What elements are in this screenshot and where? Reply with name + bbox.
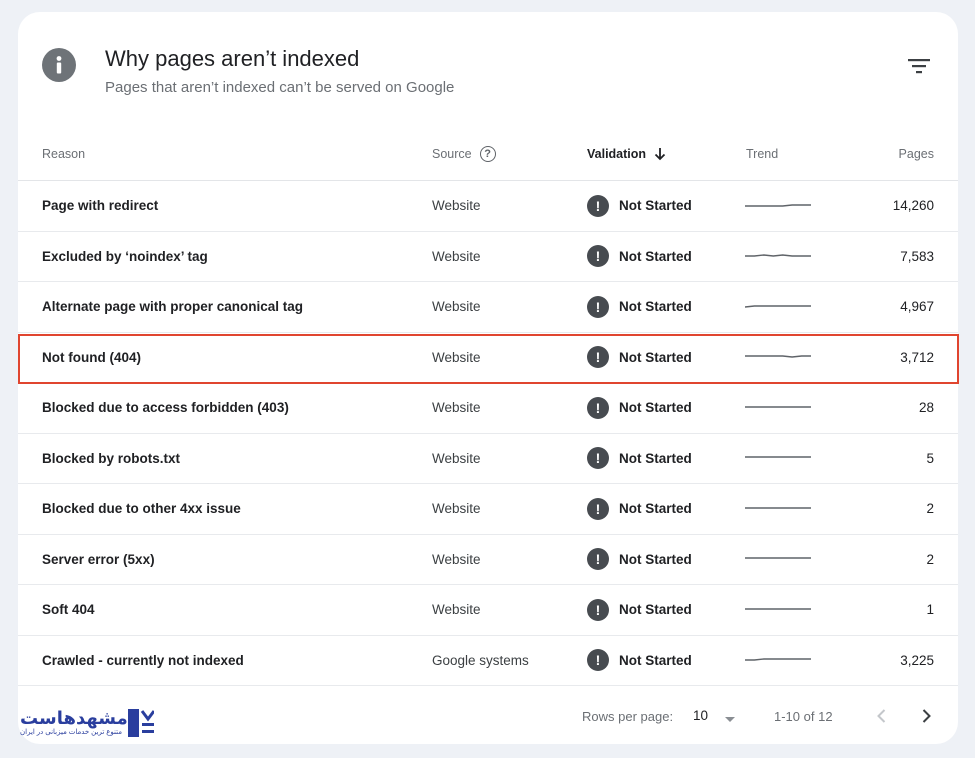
reason-cell: Excluded by ‘noindex’ tag (42, 248, 208, 264)
pages-cell: 28 (918, 400, 934, 416)
card-header: Why pages aren’t indexed Pages that aren… (18, 12, 958, 132)
validation-cell: ! Not Started (587, 333, 692, 383)
table-row[interactable]: Soft 404 Website ! Not Started 1 (18, 585, 958, 636)
page-subtitle: Pages that aren’t indexed can’t be serve… (105, 79, 455, 96)
pages-cell: 3,225 (900, 652, 934, 668)
warning-icon: ! (587, 497, 609, 520)
brand-logo: مشهدهاست متنوع ترین خدمات میزبانی در ایر… (20, 708, 156, 742)
source-cell: Website (432, 450, 481, 466)
validation-cell: ! Not Started (587, 181, 692, 231)
table-row[interactable]: Excluded by ‘noindex’ tag Website ! Not S… (18, 232, 958, 282)
validation-cell: ! Not Started (587, 585, 692, 635)
column-header-validation[interactable]: Validation (587, 145, 666, 163)
source-cell: Website (432, 299, 481, 315)
table-row[interactable]: Page with redirect Website ! Not Started … (18, 181, 958, 232)
warning-icon: ! (587, 598, 609, 621)
chevron-right-icon[interactable] (914, 704, 938, 728)
pages-cell: 3,712 (900, 349, 934, 365)
pages-cell: 2 (926, 501, 934, 517)
trend-sparkline (745, 585, 815, 635)
source-cell: Website (432, 501, 481, 517)
warning-icon: ! (587, 548, 609, 571)
column-header-source[interactable]: Source ? (432, 145, 496, 163)
reason-cell: Soft 404 (42, 602, 95, 618)
source-cell: Website (432, 400, 481, 416)
validation-cell: ! Not Started (587, 232, 692, 282)
column-header-reason[interactable]: Reason (42, 145, 85, 163)
arrow-down-icon[interactable] (654, 147, 666, 161)
pagination-bar: Rows per page: 10 1-10 of 12 (18, 692, 958, 744)
warning-icon: ! (587, 245, 609, 268)
source-cell: Website (432, 602, 481, 618)
validation-cell: ! Not Started (587, 282, 692, 332)
table-row[interactable]: Blocked due to other 4xx issue Website !… (18, 484, 958, 535)
validation-cell: ! Not Started (587, 484, 692, 534)
source-cell: Website (432, 551, 481, 567)
reason-cell: Page with redirect (42, 198, 159, 214)
validation-cell: ! Not Started (587, 636, 692, 686)
validation-cell: ! Not Started (587, 535, 692, 585)
validation-cell: ! Not Started (587, 434, 692, 484)
warning-icon: ! (587, 194, 609, 217)
pages-cell: 4,967 (900, 299, 934, 315)
index-report-card: Why pages aren’t indexed Pages that aren… (18, 12, 958, 744)
rows-per-page-label: Rows per page: (582, 709, 674, 724)
help-icon[interactable]: ? (479, 146, 496, 162)
table-row[interactable]: Blocked due to access forbidden (403) We… (18, 383, 958, 434)
info-icon (42, 48, 76, 82)
source-cell: Website (432, 198, 481, 214)
reason-cell: Alternate page with proper canonical tag (42, 299, 304, 315)
reason-cell: Not found (404) (42, 349, 141, 365)
rows-per-page-select[interactable]: 10 (693, 708, 708, 723)
caret-down-icon[interactable] (724, 711, 736, 729)
table-row[interactable]: Crawled - currently not indexed Google s… (18, 636, 958, 686)
reason-cell: Blocked due to other 4xx issue (42, 501, 241, 517)
trend-sparkline (745, 232, 815, 282)
source-cell: Website (432, 349, 481, 365)
pagination-range: 1-10 of 12 (774, 709, 833, 724)
trend-sparkline (745, 484, 815, 534)
pages-cell: 5 (926, 450, 934, 466)
warning-icon: ! (587, 295, 609, 318)
source-cell: Google systems (432, 652, 529, 668)
reason-cell: Blocked by robots.txt (42, 450, 181, 466)
logo-name: مشهدهاست (20, 708, 128, 728)
logo-tagline: متنوع ترین خدمات میزبانی در ایران (20, 729, 122, 736)
warning-icon: ! (587, 396, 609, 419)
chevron-left-icon[interactable] (870, 704, 894, 728)
validation-cell: ! Not Started (587, 383, 692, 433)
table-row[interactable]: Alternate page with proper canonical tag… (18, 282, 958, 333)
page-title: Why pages aren’t indexed (105, 46, 360, 71)
pages-cell: 1 (926, 602, 934, 618)
table-row[interactable]: Blocked by robots.txt Website ! Not Start… (18, 434, 958, 484)
reason-cell: Blocked due to access forbidden (403) (42, 400, 289, 416)
trend-sparkline (745, 434, 815, 484)
table-row-highlighted[interactable]: Not found (404) Website ! Not Started 3,7… (18, 333, 958, 383)
source-cell: Website (432, 248, 481, 264)
reason-cell: Crawled - currently not indexed (42, 652, 244, 668)
table-row[interactable]: Server error (5xx) Website ! Not Started … (18, 535, 958, 585)
trend-sparkline (745, 181, 815, 231)
trend-sparkline (745, 535, 815, 585)
pages-cell: 14,260 (892, 198, 934, 214)
warning-icon: ! (587, 447, 609, 470)
table-body: Page with redirect Website ! Not Started … (18, 181, 958, 686)
trend-sparkline (745, 333, 815, 383)
filter-icon[interactable] (908, 58, 932, 78)
warning-icon: ! (587, 649, 609, 672)
trend-sparkline (745, 383, 815, 433)
trend-sparkline (745, 282, 815, 332)
pages-cell: 2 (926, 551, 934, 567)
warning-icon: ! (587, 346, 609, 369)
logo-mark-icon (128, 709, 156, 742)
column-header-trend: Trend (746, 147, 779, 161)
trend-sparkline (745, 636, 815, 686)
column-header-pages[interactable]: Pages (899, 145, 934, 163)
reason-cell: Server error (5xx) (42, 551, 155, 567)
pages-cell: 7,583 (900, 248, 934, 264)
